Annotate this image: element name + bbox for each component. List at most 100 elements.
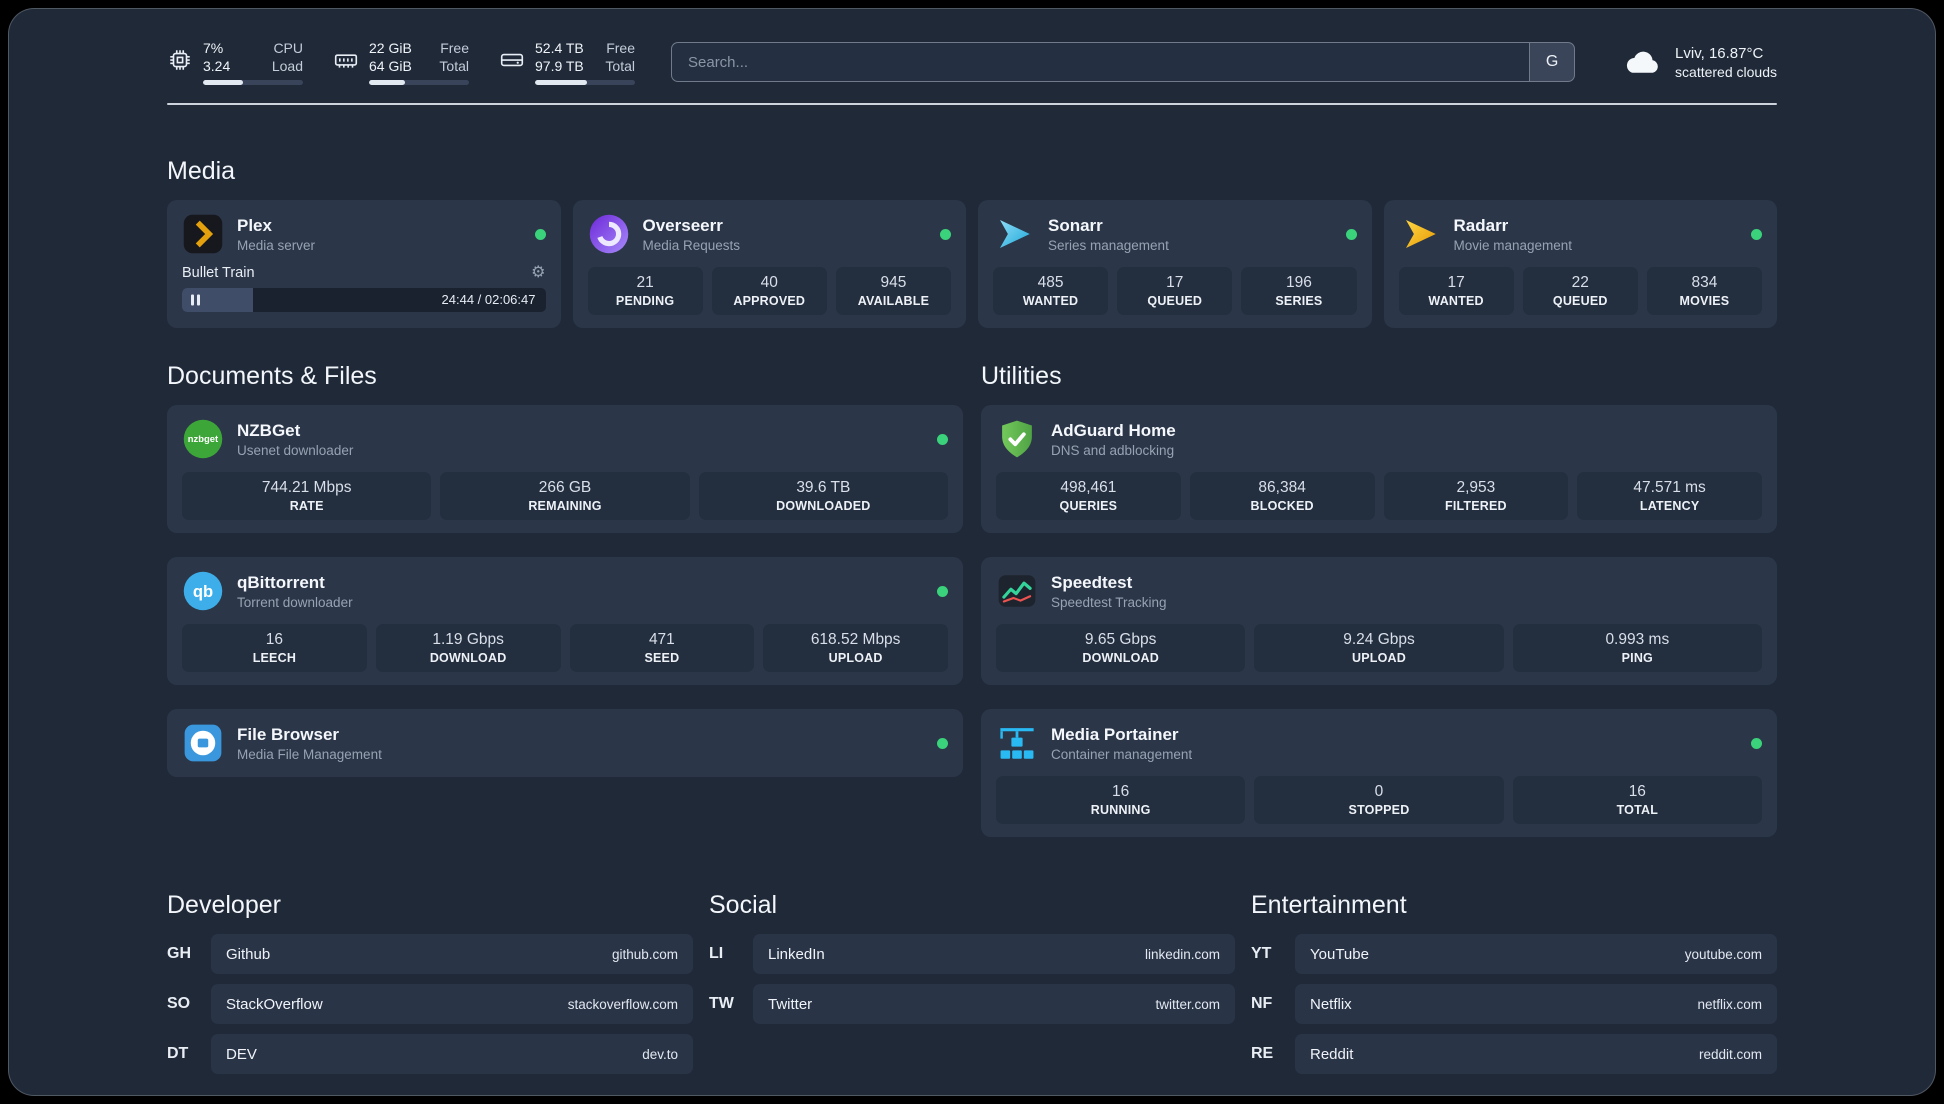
app-subtitle: Speedtest Tracking [1051,594,1167,610]
cpu-metric: 7% CPU 3.24 Load [167,39,303,85]
app-card-portainer[interactable]: Media Portainer Container management 16 R… [981,709,1777,837]
app-card-plex[interactable]: Plex Media server Bullet Train ⚙ 24:44 /… [167,200,561,328]
section-title-utilities: Utilities [981,362,1062,390]
app-card-filebrowser[interactable]: File Browser Media File Management [167,709,963,777]
svg-text:qb: qb [193,582,213,601]
app-name: NZBGet [237,420,301,440]
stat-tile: 47.571 ms LATENCY [1577,472,1762,520]
ram-total-label: Total [439,58,469,74]
svg-text:nzbget: nzbget [188,434,219,445]
stat-tile: 17 WANTED [1398,267,1514,315]
ram-free-label: Free [440,40,469,56]
app-name: Media Portainer [1051,724,1179,744]
bookmark-dev[interactable]: DT DEV dev.to [167,1034,693,1074]
weather-condition: scattered clouds [1675,63,1777,80]
stat-tile: 16 LEECH [182,624,367,672]
stat-tile: 744.21 Mbps RATE [182,472,432,520]
cpu-load-value: 3.24 [203,58,231,74]
app-subtitle: Movie management [1453,237,1573,253]
bookmarks-entertainment: Entertainment YT YouTube youtube.com NF N… [1251,891,1777,1074]
search-bar: G [671,42,1576,82]
now-playing-widget: Bullet Train ⚙ 24:44 / 02:06:47 [182,265,546,312]
ram-total-value: 64 GiB [369,58,412,74]
bookmark-github[interactable]: GH Github github.com [167,934,693,974]
ram-progress-bar [369,80,469,85]
search-engine-button[interactable]: G [1529,42,1576,82]
settings-gear-icon[interactable]: ⚙ [531,265,545,281]
stat-tile: 40 APPROVED [711,267,827,315]
app-card-adguard[interactable]: AdGuard Home DNS and adblocking 498,461 Q… [981,405,1777,533]
topbar-divider [167,103,1777,105]
bookmark-netflix[interactable]: NF Netflix netflix.com [1251,984,1777,1024]
app-subtitle: Series management [1048,237,1169,253]
app-subtitle: Torrent downloader [237,594,353,610]
app-card-overseerr[interactable]: Overseerr Media Requests 21 PENDING 40 APP… [572,200,966,328]
qbittorrent-icon: qb [182,570,224,612]
app-card-nzbget[interactable]: nzbget NZBGet Usenet downloader 744.21 M… [167,405,963,533]
app-name: File Browser [237,724,340,744]
disk-total-value: 97.9 TB [535,58,584,74]
stat-tile: 945 AVAILABLE [835,267,952,315]
nzbget-icon: nzbget [182,418,224,460]
bookmark-stackoverflow[interactable]: SO StackOverflow stackoverflow.com [167,984,693,1024]
bookmark-youtube[interactable]: YT YouTube youtube.com [1251,934,1777,974]
bookmark-linkedin[interactable]: LI LinkedIn linkedin.com [709,934,1235,974]
status-dot [534,228,546,240]
app-card-speedtest[interactable]: Speedtest Speedtest Tracking 9.65 Gbps DO… [981,557,1777,685]
app-name: AdGuard Home [1051,420,1176,440]
disk-free-value: 52.4 TB [535,40,584,56]
stat-tile: 2,953 FILTERED [1383,472,1569,520]
portainer-icon [996,722,1038,764]
system-metrics: 7% CPU 3.24 Load 22 GiB Free 64 GiB Tota… [167,39,635,85]
app-subtitle: Usenet downloader [237,442,354,458]
app-subtitle: Container management [1051,746,1193,762]
stat-tile: 266 GB REMAINING [440,472,690,520]
cpu-usage-label: CPU [273,40,303,56]
ram-metric: 22 GiB Free 64 GiB Total [333,39,469,85]
app-card-radarr[interactable]: Radarr Movie management 17 WANTED 22 QUEUE… [1383,200,1777,328]
playback-progress-bar[interactable]: 24:44 / 02:06:47 [182,288,546,312]
status-dot [937,585,948,597]
section-title-entertainment: Entertainment [1251,891,1407,919]
app-card-qbittorrent[interactable]: qb qBittorrent Torrent downloader 16 LEEC… [167,557,963,685]
cpu-usage-value: 7% [203,40,224,56]
app-name: Speedtest [1051,572,1133,592]
stat-tile: 22 QUEUED [1522,267,1638,315]
plex-icon [182,213,224,255]
disk-metric: 52.4 TB Free 97.9 TB Total [499,39,635,85]
section-title-documents: Documents & Files [167,362,377,390]
stat-tile: 16 RUNNING [996,776,1246,824]
stat-tile: 485 WANTED [993,267,1109,315]
bookmark-reddit[interactable]: RE Reddit reddit.com [1251,1034,1777,1074]
ram-free-value: 22 GiB [369,40,412,56]
search-input[interactable] [671,42,1530,82]
filebrowser-icon [182,722,224,764]
stat-tile: 9.65 Gbps DOWNLOAD [996,624,1246,672]
bookmark-twitter[interactable]: TW Twitter twitter.com [709,984,1235,1024]
stat-tile: 471 SEED [569,624,755,672]
cloud-icon [1621,43,1663,82]
stat-tile: 86,384 BLOCKED [1189,472,1375,520]
section-documents: Documents & Files nzbget NZBGet Usenet d… [167,362,963,777]
section-title-media: Media [167,157,236,185]
playback-time: 24:44 / 02:06:47 [441,292,536,307]
bookmarks-social: Social LI LinkedIn linkedin.com TW Twitte… [709,891,1235,1024]
speedtest-icon [996,570,1038,612]
status-dot [937,737,948,749]
app-subtitle: Media Requests [642,237,741,253]
app-subtitle: Media server [237,237,316,253]
app-card-sonarr[interactable]: Sonarr Series management 485 WANTED 17 QUE… [978,200,1372,328]
section-title-developer: Developer [167,891,281,919]
stat-tile: 9.24 Gbps UPLOAD [1254,624,1504,672]
stat-tile: 21 PENDING [587,267,703,315]
overseerr-icon [588,213,630,255]
stat-tile: 196 SERIES [1241,267,1357,315]
stat-tile: 0.993 ms PING [1512,624,1762,672]
cpu-load-label: Load [271,58,303,74]
app-subtitle: DNS and adblocking [1051,442,1175,458]
disk-icon [499,39,525,73]
adguard-icon [996,418,1038,460]
weather-widget[interactable]: Lviv, 16.87°C scattered clouds [1621,43,1777,82]
pause-icon[interactable] [191,294,200,306]
ram-icon [333,39,359,73]
